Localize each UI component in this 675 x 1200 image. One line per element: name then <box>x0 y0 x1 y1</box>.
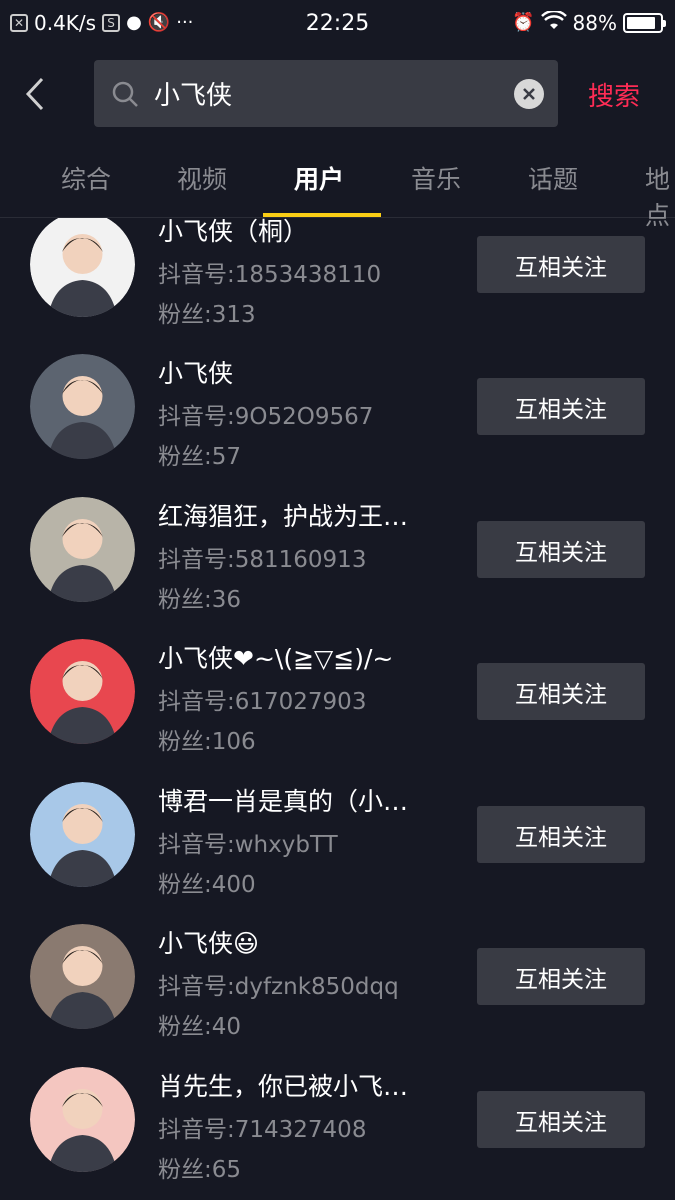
net-speed: 0.4K/s <box>34 11 97 35</box>
search-box[interactable] <box>94 60 558 127</box>
mutual-follow-button[interactable]: 互相关注 <box>477 1091 645 1148</box>
active-tab-indicator <box>263 213 381 217</box>
close-icon <box>523 88 535 100</box>
more-dots-icon: ··· <box>176 12 194 33</box>
alarm-icon: ⏰ <box>512 12 535 33</box>
user-name: 小飞侠 <box>158 359 234 388</box>
user-douyin-id: 抖音号:1853438110 <box>158 262 382 288</box>
user-douyin-id: 抖音号:617027903 <box>158 689 367 715</box>
user-list: 小飞侠（桐） 抖音号:1853438110 粉丝:313 互相关注 小飞侠 抖音号:9O5… <box>0 218 675 1200</box>
avatar[interactable] <box>30 1067 135 1172</box>
search-submit-button[interactable]: 搜索 <box>588 76 640 113</box>
user-fans-count: 粉丝:313 <box>158 302 256 328</box>
status-right: ⏰ 88% <box>512 9 666 35</box>
mutual-follow-button[interactable]: 互相关注 <box>477 236 645 293</box>
mute-icon: 🔇 <box>147 12 171 33</box>
avatar[interactable] <box>30 218 135 317</box>
status-left: ✕ 0.4K/s S ● 🔇 ··· <box>10 11 193 35</box>
mutual-follow-button[interactable]: 互相关注 <box>477 378 645 435</box>
mutual-follow-button[interactable]: 互相关注 <box>477 806 645 863</box>
tab-music[interactable]: 音乐 <box>411 160 461 196</box>
status-bar: ✕ 0.4K/s S ● 🔇 ··· 22:25 ⏰ 88% <box>0 0 675 46</box>
user-name: 小飞侠😃 <box>158 929 260 958</box>
avatar[interactable] <box>30 497 135 602</box>
user-row[interactable]: 博君一肖是真的（小… 抖音号:whxybTT 粉丝:400 互相关注 <box>0 782 675 924</box>
user-douyin-id: 抖音号:dyfznk850dqq <box>158 974 399 1000</box>
user-row[interactable]: 小飞侠抖音号:9O52O9567 粉丝:57 互相关注 <box>0 354 675 496</box>
user-row[interactable]: 小飞侠❤~\(≧▽≦)/~ 抖音号:617027903 粉丝:106 互相关注 <box>0 639 675 781</box>
avatar[interactable] <box>30 354 135 459</box>
user-row[interactable]: 红海猖狂，护战为王… 抖音号:581160913 粉丝:36 互相关注 <box>0 497 675 639</box>
user-row[interactable]: 小飞侠（桐） 抖音号:1853438110 粉丝:313 互相关注 <box>0 218 675 354</box>
tab-topics[interactable]: 话题 <box>528 160 578 196</box>
user-row[interactable]: 肖先生，你已被小飞… 抖音号:714327408 粉丝:65 互相关注 <box>0 1067 675 1200</box>
planet-icon: ● <box>126 12 142 33</box>
user-row[interactable]: 小飞侠😃 抖音号:dyfznk850dqq 粉丝:40 互相关注 <box>0 924 675 1066</box>
chevron-left-icon <box>25 77 44 111</box>
wifi-icon <box>540 9 567 35</box>
back-button[interactable] <box>0 60 70 128</box>
avatar[interactable] <box>30 782 135 887</box>
avatar[interactable] <box>30 924 135 1029</box>
tab-videos[interactable]: 视频 <box>177 160 227 196</box>
user-fans-count: 粉丝:65 <box>158 1157 242 1183</box>
search-input[interactable] <box>154 78 494 109</box>
user-fans-count: 粉丝:36 <box>158 587 242 613</box>
battery-percent: 88% <box>572 11 617 35</box>
user-name: 小飞侠（桐） <box>158 218 309 246</box>
mutual-follow-button[interactable]: 互相关注 <box>477 663 645 720</box>
mutual-follow-button[interactable]: 互相关注 <box>477 948 645 1005</box>
mutual-follow-button[interactable]: 互相关注 <box>477 521 645 578</box>
search-icon <box>112 81 138 107</box>
tab-users[interactable]: 用户 <box>294 160 344 196</box>
user-name: 红海猖狂，护战为王… <box>158 502 409 531</box>
notification-close-icon: ✕ <box>10 14 28 32</box>
avatar[interactable] <box>30 639 135 744</box>
user-fans-count: 粉丝:400 <box>158 872 256 898</box>
user-fans-count: 粉丝:57 <box>158 444 242 470</box>
user-name: 肖先生，你已被小飞… <box>158 1072 409 1101</box>
user-douyin-id: 抖音号:whxybTT <box>158 832 338 858</box>
app-notification-icon: S <box>102 14 121 32</box>
tab-bar: 综合 视频 用户 音乐 话题 地点 <box>0 148 675 230</box>
user-douyin-id: 抖音号:581160913 <box>158 547 367 573</box>
battery-icon <box>623 13 666 33</box>
clear-search-button[interactable] <box>514 79 544 109</box>
user-name: 博君一肖是真的（小… <box>158 787 409 816</box>
tab-comprehensive[interactable]: 综合 <box>61 160 111 196</box>
user-fans-count: 粉丝:106 <box>158 729 256 755</box>
user-douyin-id: 抖音号:714327408 <box>158 1117 367 1143</box>
user-douyin-id: 抖音号:9O52O9567 <box>158 404 374 430</box>
search-row: 搜索 <box>0 60 675 128</box>
user-name: 小飞侠❤~\(≧▽≦)/~ <box>158 644 394 673</box>
user-fans-count: 粉丝:40 <box>158 1014 242 1040</box>
